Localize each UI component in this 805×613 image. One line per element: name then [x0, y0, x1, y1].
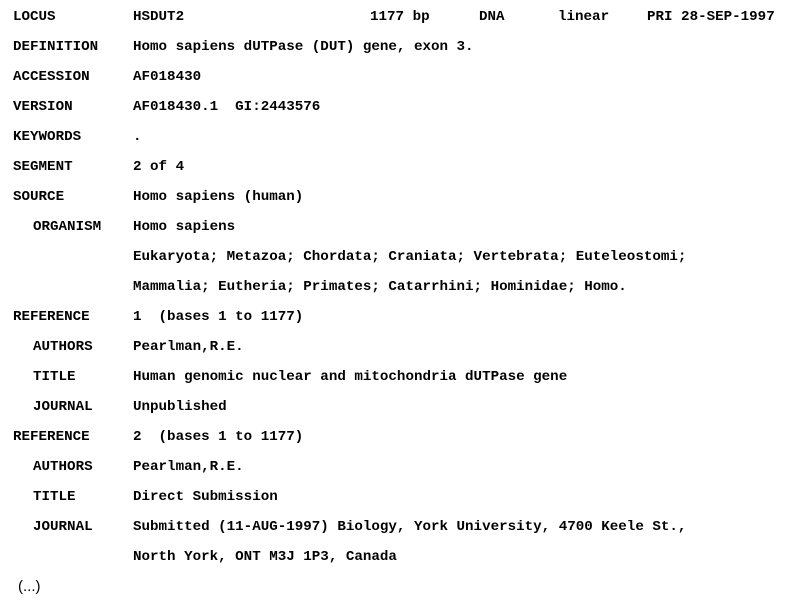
- journal-key: JOURNAL: [33, 399, 93, 415]
- title-key: TITLE: [33, 369, 76, 385]
- journal-value: Unpublished: [133, 399, 227, 415]
- authors-key: AUTHORS: [33, 339, 93, 355]
- authors-key: AUTHORS: [33, 459, 93, 475]
- journal-line: JOURNAL Submitted (11-AUG-1997) Biology,…: [13, 516, 803, 546]
- organism-lineage: Mammalia; Eutheria; Primates; Catarrhini…: [133, 279, 627, 295]
- definition-key: DEFINITION: [13, 39, 99, 55]
- journal-line: JOURNAL Unpublished: [13, 396, 803, 426]
- journal-value: Submitted (11-AUG-1997) Biology, York Un…: [133, 519, 687, 535]
- journal-continuation-line: North York, ONT M3J 1P3, Canada: [13, 546, 803, 576]
- authors-value: Pearlman,R.E.: [133, 459, 244, 475]
- locus-key: LOCUS: [13, 9, 56, 25]
- title-line: TITLE Direct Submission: [13, 486, 803, 516]
- truncation-marker: (...): [18, 578, 41, 595]
- lineage-line: Eukaryota; Metazoa; Chordata; Craniata; …: [13, 246, 803, 276]
- version-line: VERSION AF018430.1 GI:2443576: [13, 96, 803, 126]
- reference-value: 1 (bases 1 to 1177): [133, 309, 304, 325]
- source-value: Homo sapiens (human): [133, 189, 304, 205]
- source-key: SOURCE: [13, 189, 65, 205]
- title-value: Direct Submission: [133, 489, 278, 505]
- accession-line: ACCESSION AF018430: [13, 66, 803, 96]
- source-line: SOURCE Homo sapiens (human): [13, 186, 803, 216]
- locus-division-date: PRI 28-SEP-1997: [647, 9, 775, 25]
- definition-line: DEFINITION Homo sapiens dUTPase (DUT) ge…: [13, 36, 803, 66]
- locus-length: 1177 bp: [370, 9, 430, 25]
- segment-line: SEGMENT 2 of 4: [13, 156, 803, 186]
- reference-line: REFERENCE 1 (bases 1 to 1177): [13, 306, 803, 336]
- reference-key: REFERENCE: [13, 429, 90, 445]
- genbank-record: LOCUS HSDUT2 1177 bp DNA linear PRI 28-S…: [13, 6, 803, 576]
- organism-lineage: Eukaryota; Metazoa; Chordata; Craniata; …: [133, 249, 687, 265]
- locus-mol-type: DNA: [479, 9, 505, 25]
- keywords-key: KEYWORDS: [13, 129, 82, 145]
- journal-key: JOURNAL: [33, 519, 93, 535]
- locus-line: LOCUS HSDUT2 1177 bp DNA linear PRI 28-S…: [13, 6, 803, 36]
- title-line: TITLE Human genomic nuclear and mitochon…: [13, 366, 803, 396]
- locus-topology: linear: [558, 9, 610, 25]
- segment-key: SEGMENT: [13, 159, 73, 175]
- locus-name: HSDUT2: [133, 9, 185, 25]
- authors-line: AUTHORS Pearlman,R.E.: [13, 456, 803, 486]
- organism-key: ORGANISM: [33, 219, 102, 235]
- authors-value: Pearlman,R.E.: [133, 339, 244, 355]
- reference-key: REFERENCE: [13, 309, 90, 325]
- title-key: TITLE: [33, 489, 76, 505]
- version-key: VERSION: [13, 99, 73, 115]
- version-value: AF018430.1 GI:2443576: [133, 99, 321, 115]
- reference-line: REFERENCE 2 (bases 1 to 1177): [13, 426, 803, 456]
- organism-line: ORGANISM Homo sapiens: [13, 216, 803, 246]
- title-value: Human genomic nuclear and mitochondria d…: [133, 369, 568, 385]
- accession-value: AF018430: [133, 69, 202, 85]
- definition-value: Homo sapiens dUTPase (DUT) gene, exon 3.: [133, 39, 474, 55]
- keywords-value: .: [133, 129, 142, 145]
- lineage-line: Mammalia; Eutheria; Primates; Catarrhini…: [13, 276, 803, 306]
- reference-value: 2 (bases 1 to 1177): [133, 429, 304, 445]
- authors-line: AUTHORS Pearlman,R.E.: [13, 336, 803, 366]
- journal-value: North York, ONT M3J 1P3, Canada: [133, 549, 397, 565]
- segment-value: 2 of 4: [133, 159, 185, 175]
- keywords-line: KEYWORDS .: [13, 126, 803, 156]
- organism-name: Homo sapiens: [133, 219, 236, 235]
- accession-key: ACCESSION: [13, 69, 90, 85]
